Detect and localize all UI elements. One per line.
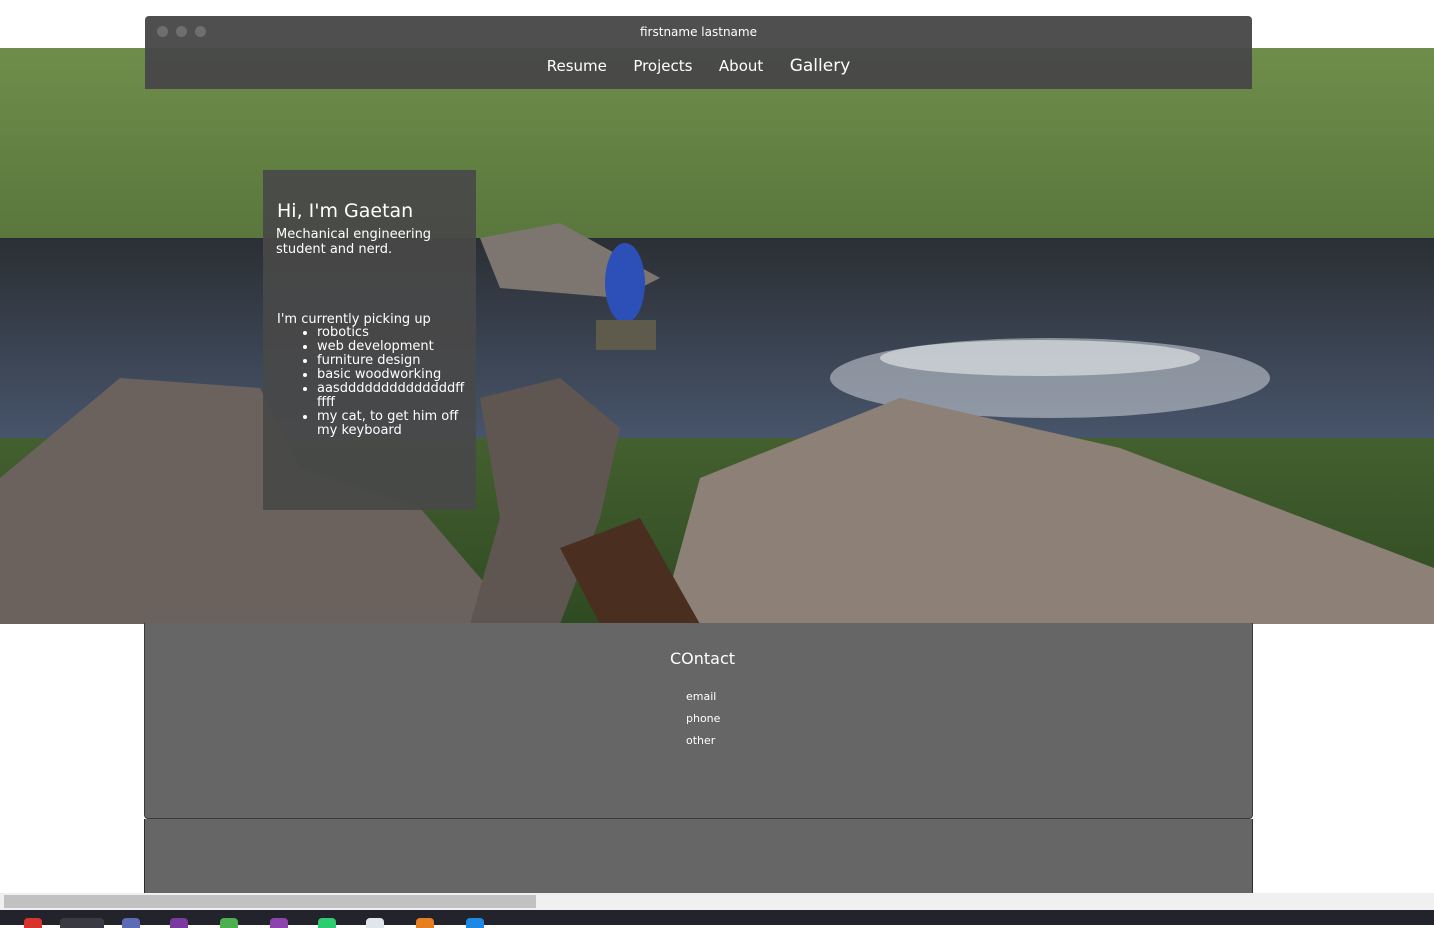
main-nav: Resume Projects About Gallery <box>145 56 1252 76</box>
interest-item: basic woodworking <box>317 368 467 382</box>
site-title: firstname lastname <box>640 25 757 39</box>
contact-heading: COntact <box>670 649 736 668</box>
page-footer-area <box>144 819 1253 894</box>
contact-other-link[interactable]: other <box>686 734 720 756</box>
taskbar-app-icon[interactable] <box>318 918 336 928</box>
contact-email-link[interactable]: email <box>686 690 720 712</box>
interest-item: web development <box>317 340 467 354</box>
scrollbar-thumb[interactable] <box>4 895 536 908</box>
taskbar-app-icon[interactable] <box>270 918 288 928</box>
interest-item: robotics <box>317 326 467 340</box>
os-taskbar <box>0 910 1434 928</box>
taskbar-app-icon[interactable] <box>122 918 140 928</box>
taskbar-app-icon[interactable] <box>416 918 434 928</box>
taskbar-app-icon[interactable] <box>24 918 42 928</box>
nav-resume-link[interactable]: Resume <box>547 57 607 75</box>
taskbar-app-icon[interactable] <box>220 918 238 928</box>
intro-subtitle: Mechanical engineering student and nerd. <box>276 227 432 257</box>
taskbar-app-icon[interactable] <box>466 918 484 928</box>
contact-list: email phone other <box>686 690 720 756</box>
intro-card: Hi, I'm Gaetan Mechanical engineering st… <box>263 170 476 510</box>
interest-item: furniture design <box>317 354 467 368</box>
interest-item: aasddddddddddddddffffff <box>317 382 467 410</box>
taskbar-app-icon[interactable] <box>60 918 104 928</box>
nav-about-link[interactable]: About <box>719 57 763 75</box>
taskbar-app-icon[interactable] <box>170 918 188 928</box>
horizontal-scrollbar[interactable] <box>0 893 1434 910</box>
interests-list: robotics web development furniture desig… <box>277 326 467 438</box>
interest-item: my cat, to get him off my keyboard <box>317 410 467 438</box>
contact-phone-link[interactable]: phone <box>686 712 720 734</box>
intro-heading: Hi, I'm Gaetan <box>277 200 414 222</box>
contact-section: COntact email phone other <box>144 623 1253 819</box>
nav-gallery-link[interactable]: Gallery <box>790 56 851 76</box>
hero-background-photo <box>0 48 1434 624</box>
nav-projects-link[interactable]: Projects <box>633 57 692 75</box>
taskbar-app-icon[interactable] <box>366 918 384 928</box>
site-header: firstname lastname Resume Projects About… <box>145 16 1252 89</box>
